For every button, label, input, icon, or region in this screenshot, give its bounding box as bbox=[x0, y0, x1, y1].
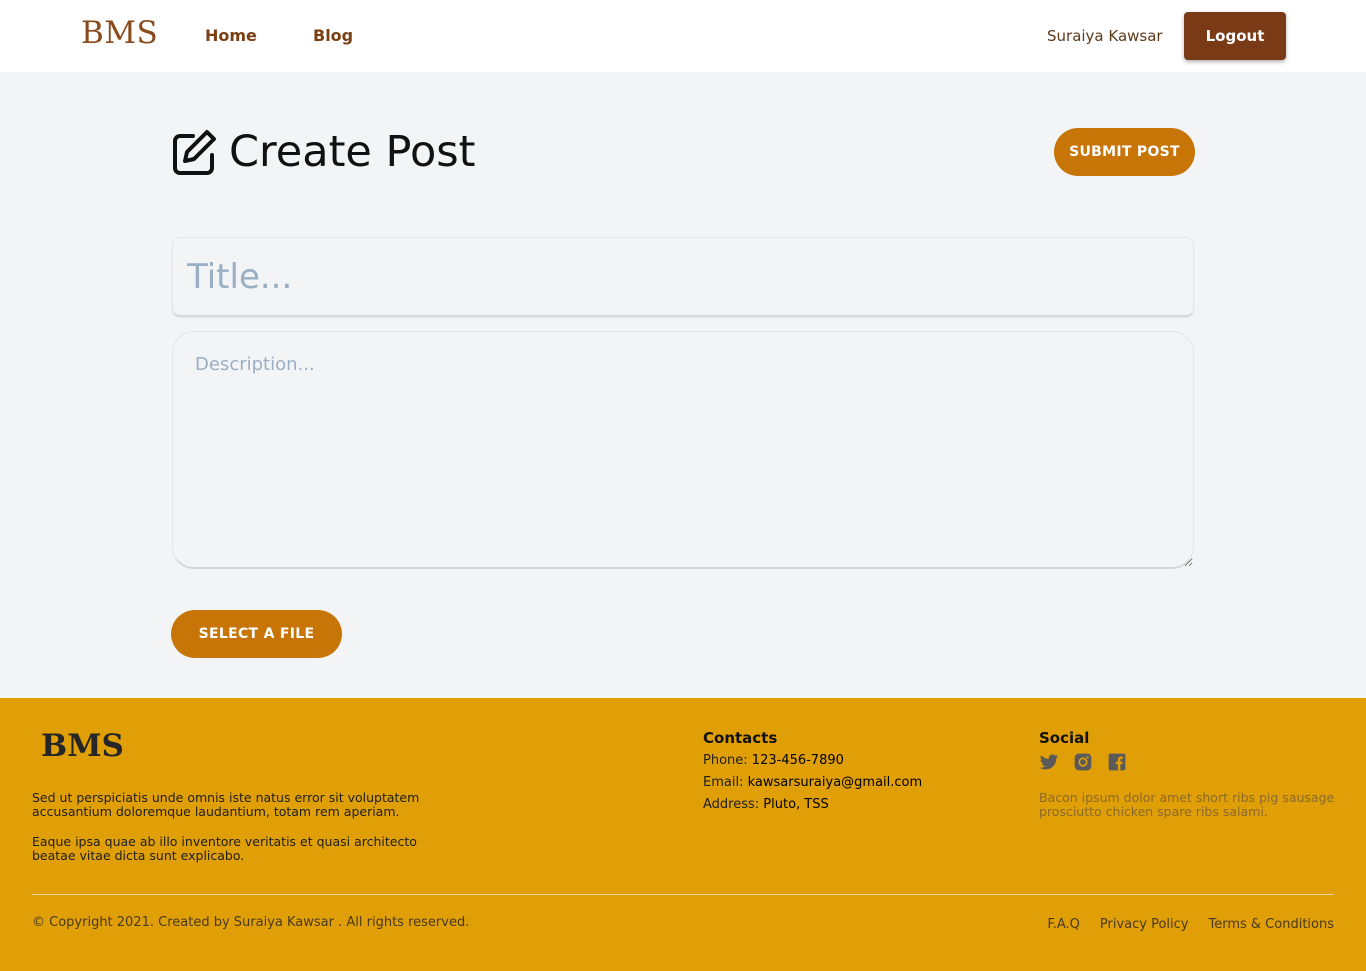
site-logo[interactable]: BMS bbox=[81, 15, 158, 51]
privacy-policy-link[interactable]: Privacy Policy bbox=[1100, 917, 1189, 932]
phone-value: 123-456-7890 bbox=[751, 753, 844, 768]
faq-link[interactable]: F.A.Q bbox=[1047, 917, 1080, 932]
contact-address: Address: Pluto, TSS bbox=[703, 797, 829, 812]
footer-divider bbox=[32, 894, 1334, 895]
email-value[interactable]: kawsarsuraiya@gmail.com bbox=[748, 775, 923, 790]
select-file-button[interactable]: SELECT A FILE bbox=[171, 610, 342, 658]
contact-email: Email: kawsarsuraiya@gmail.com bbox=[703, 775, 922, 790]
twitter-icon[interactable] bbox=[1039, 752, 1059, 772]
footer-about-text-2: Eaque ipsa quae ab illo inventore verita… bbox=[32, 834, 417, 863]
description-textarea[interactable] bbox=[172, 331, 1194, 569]
footer-links: F.A.Q Privacy Policy Terms & Conditions bbox=[1047, 917, 1334, 932]
contact-phone: Phone: 123-456-7890 bbox=[703, 753, 844, 768]
facebook-icon[interactable] bbox=[1107, 752, 1127, 772]
page-title: Create Post bbox=[229, 127, 476, 177]
top-navbar: BMS Home Blog Suraiya Kawsar Logout bbox=[0, 0, 1366, 72]
user-name: Suraiya Kawsar bbox=[1047, 27, 1163, 45]
title-input[interactable] bbox=[172, 237, 1194, 317]
copyright-text: © Copyright 2021. Created by Suraiya Kaw… bbox=[32, 915, 470, 930]
social-heading: Social bbox=[1039, 729, 1090, 747]
nav-blog-link[interactable]: Blog bbox=[313, 26, 353, 45]
contacts-heading: Contacts bbox=[703, 729, 778, 747]
footer: BMS Sed ut perspiciatis unde omnis iste … bbox=[0, 698, 1366, 971]
social-description: Bacon ipsum dolor amet short ribs pig sa… bbox=[1039, 790, 1335, 819]
instagram-icon[interactable] bbox=[1073, 752, 1093, 772]
footer-about-text: Sed ut perspiciatis unde omnis iste natu… bbox=[32, 790, 420, 819]
terms-conditions-link[interactable]: Terms & Conditions bbox=[1209, 917, 1335, 932]
submit-post-button[interactable]: SUBMIT POST bbox=[1054, 128, 1195, 176]
social-icons bbox=[1039, 752, 1127, 772]
email-label: Email: bbox=[703, 775, 744, 790]
edit-icon bbox=[173, 130, 216, 175]
logout-button[interactable]: Logout bbox=[1184, 12, 1286, 60]
page-title-row: Create Post bbox=[171, 126, 476, 178]
address-value: Pluto, TSS bbox=[763, 797, 829, 812]
phone-label: Phone: bbox=[703, 753, 748, 768]
footer-logo: BMS bbox=[41, 728, 124, 764]
address-label: Address: bbox=[703, 797, 760, 812]
nav-home-link[interactable]: Home bbox=[205, 26, 257, 45]
